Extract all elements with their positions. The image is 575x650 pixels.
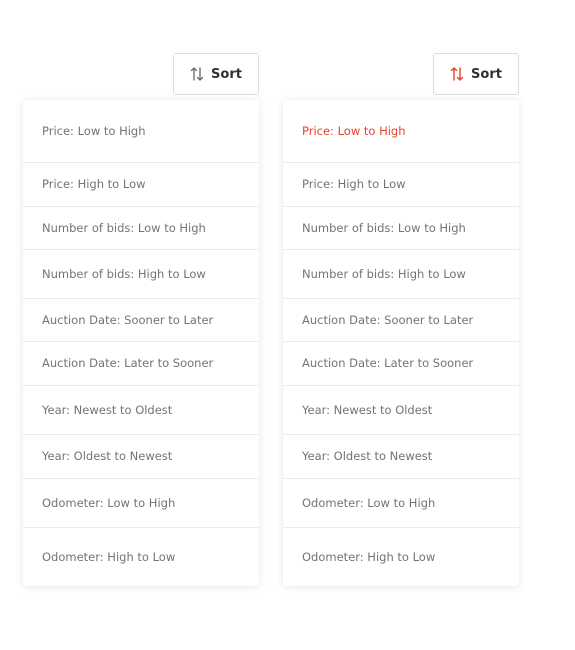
option-divider [283, 478, 519, 479]
sort-button-active[interactable]: Sort [433, 53, 519, 95]
option-divider [283, 385, 519, 386]
option-divider [23, 341, 259, 342]
option-divider [23, 206, 259, 207]
sort-option[interactable]: Price: Low to High [23, 100, 259, 162]
sort-option[interactable]: Auction Date: Sooner to Later [283, 298, 519, 341]
sort-button-label: Sort [211, 66, 242, 82]
sort-dropdown-default: Price: Low to High Price: High to Low Numb… [23, 100, 259, 586]
sort-button-default[interactable]: Sort [173, 53, 259, 95]
option-divider [283, 298, 519, 299]
sort-option[interactable]: Price: Low to High [283, 100, 519, 162]
sort-button-label: Sort [471, 66, 502, 82]
sort-option[interactable]: Number of bids: Low to High [23, 206, 259, 249]
option-divider [23, 385, 259, 386]
option-divider [23, 527, 259, 528]
sort-option[interactable]: Auction Date: Sooner to Later [23, 298, 259, 341]
sort-option[interactable]: Price: High to Low [23, 162, 259, 206]
option-divider [23, 434, 259, 435]
sort-arrows-icon [190, 66, 204, 82]
sort-option[interactable]: Auction Date: Later to Sooner [23, 341, 259, 385]
sort-option[interactable]: Odometer: Low to High [283, 478, 519, 527]
sort-option[interactable]: Price: High to Low [283, 162, 519, 206]
sort-option[interactable]: Odometer: High to Low [23, 527, 259, 586]
option-divider [283, 162, 519, 163]
option-divider [23, 249, 259, 250]
option-divider [283, 527, 519, 528]
sort-option[interactable]: Odometer: High to Low [283, 527, 519, 586]
option-divider [23, 162, 259, 163]
sort-option[interactable]: Number of bids: High to Low [283, 249, 519, 298]
sort-dropdown-active: Price: Low to High Price: High to Low Numb… [283, 100, 519, 586]
sort-option[interactable]: Year: Newest to Oldest [283, 385, 519, 434]
option-divider [23, 298, 259, 299]
option-divider [283, 434, 519, 435]
option-divider [23, 478, 259, 479]
sort-option[interactable]: Number of bids: Low to High [283, 206, 519, 249]
sort-option[interactable]: Odometer: Low to High [23, 478, 259, 527]
option-divider [283, 249, 519, 250]
sort-option[interactable]: Number of bids: High to Low [23, 249, 259, 298]
sort-option[interactable]: Year: Oldest to Newest [283, 434, 519, 478]
option-divider [283, 206, 519, 207]
option-divider [283, 341, 519, 342]
sort-option[interactable]: Auction Date: Later to Sooner [283, 341, 519, 385]
sort-option[interactable]: Year: Oldest to Newest [23, 434, 259, 478]
sort-option[interactable]: Year: Newest to Oldest [23, 385, 259, 434]
sort-arrows-icon [450, 66, 464, 82]
